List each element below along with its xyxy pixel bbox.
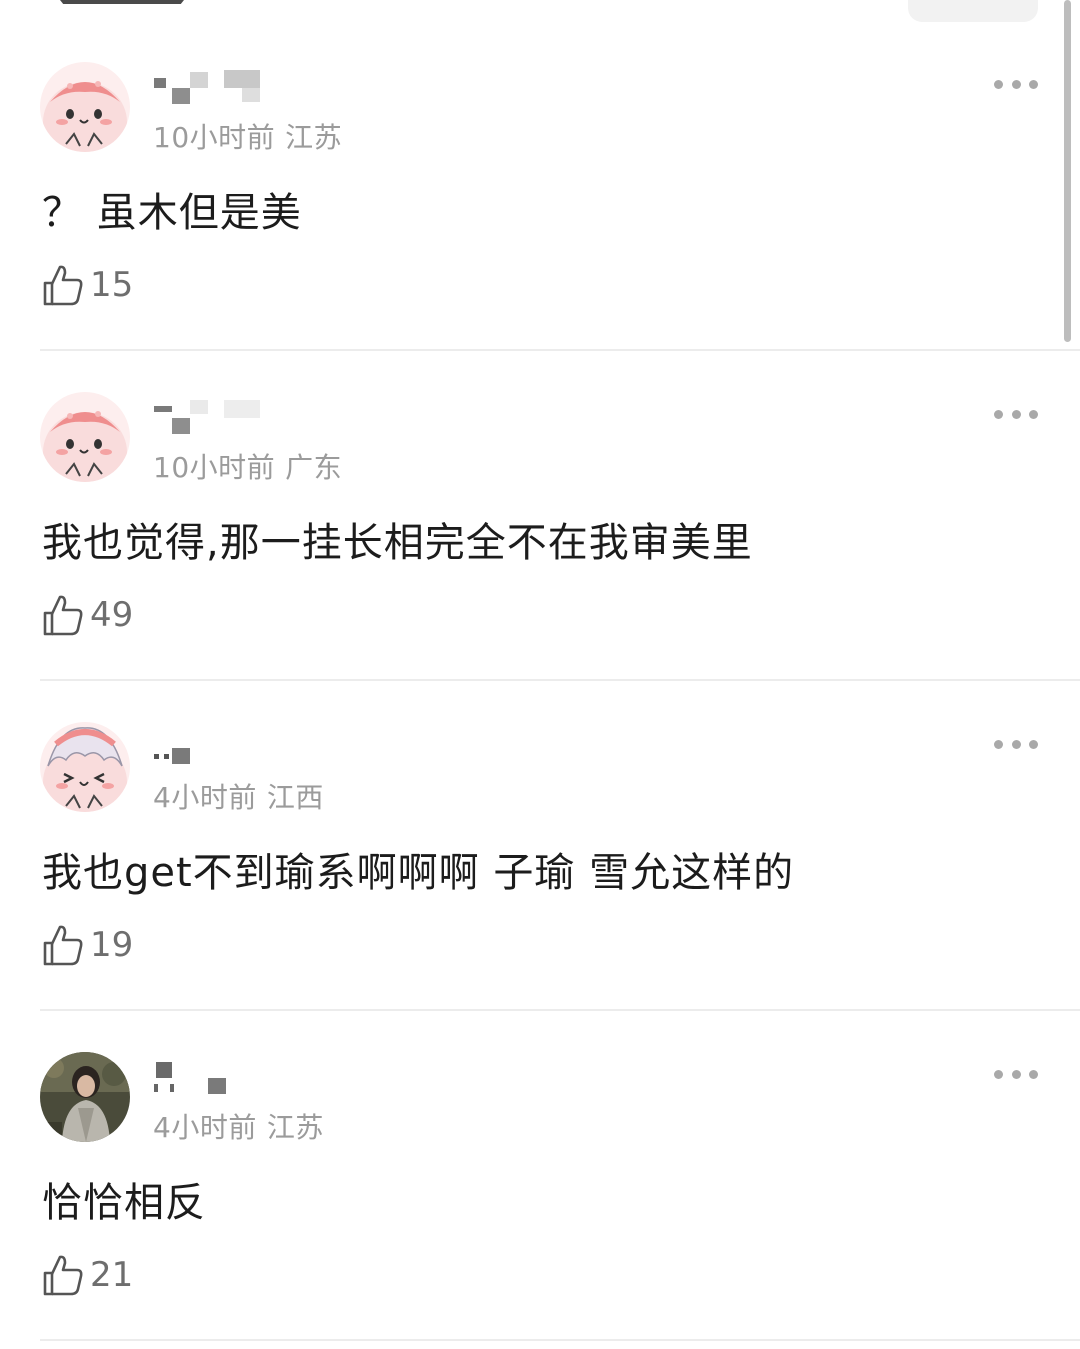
comment-meta: 10小时前 江苏 bbox=[153, 116, 342, 156]
user-photo-avatar-icon bbox=[40, 1052, 130, 1142]
comment-time: 4小时前 bbox=[153, 1111, 257, 1144]
comment-location: 江苏 bbox=[285, 121, 343, 154]
comment-text: 我也觉得,那一挂长相完全不在我审美里 bbox=[42, 520, 753, 566]
comment-time: 10小时前 bbox=[153, 121, 276, 154]
comment-meta: 10小时前 广东 bbox=[153, 446, 342, 486]
comment-text: ？ 虽木但是美 bbox=[42, 190, 302, 236]
like-count: 15 bbox=[90, 265, 134, 305]
comment-text: 我也get不到瑜系啊啊啊 子瑜 雪允这样的 bbox=[42, 850, 795, 896]
like-button[interactable]: 21 bbox=[42, 1252, 133, 1298]
like-button[interactable]: 49 bbox=[42, 592, 133, 638]
more-dots-icon[interactable] bbox=[994, 72, 1038, 96]
thumbs-up-icon bbox=[43, 595, 83, 636]
username-blurred[interactable] bbox=[154, 1060, 264, 1094]
like-count: 49 bbox=[90, 595, 134, 635]
thumbs-up-icon bbox=[43, 925, 83, 966]
comment-meta: 4小时前 江苏 bbox=[153, 1106, 324, 1146]
username-blurred[interactable] bbox=[154, 70, 264, 104]
avatar[interactable] bbox=[40, 722, 130, 812]
comment-item: 10小时前 江苏 ？ 虽木但是美 15 bbox=[0, 0, 1080, 351]
cute-pink-creature-with-hair-avatar-icon bbox=[40, 722, 130, 812]
avatar[interactable] bbox=[40, 62, 130, 152]
cute-pink-creature-avatar-icon bbox=[40, 392, 130, 482]
cute-pink-creature-avatar-icon bbox=[40, 62, 130, 152]
username-blurred[interactable] bbox=[154, 730, 264, 764]
comment-time: 4小时前 bbox=[153, 781, 257, 814]
comment-text: 恰恰相反 bbox=[42, 1180, 206, 1226]
avatar[interactable] bbox=[40, 392, 130, 482]
comment-item: 4小时前 江苏 恰恰相反 21 bbox=[0, 990, 1080, 1341]
comment-location: 广东 bbox=[285, 451, 343, 484]
comment-item: 10小时前 广东 我也觉得,那一挂长相完全不在我审美里 49 bbox=[0, 330, 1080, 681]
comment-meta: 4小时前 江西 bbox=[153, 776, 324, 816]
like-button[interactable]: 15 bbox=[42, 262, 133, 308]
more-dots-icon[interactable] bbox=[994, 1062, 1038, 1086]
more-dots-icon[interactable] bbox=[994, 732, 1038, 756]
comment-time: 10小时前 bbox=[153, 451, 276, 484]
comment-location: 江苏 bbox=[266, 1111, 324, 1144]
like-count: 21 bbox=[90, 1255, 134, 1295]
more-dots-icon[interactable] bbox=[994, 402, 1038, 426]
avatar[interactable] bbox=[40, 1052, 130, 1142]
divider bbox=[40, 1339, 1080, 1341]
like-count: 19 bbox=[90, 925, 134, 965]
comment-item: 4小时前 江西 我也get不到瑜系啊啊啊 子瑜 雪允这样的 19 bbox=[0, 660, 1080, 1011]
comment-location: 江西 bbox=[266, 781, 324, 814]
username-blurred[interactable] bbox=[154, 400, 264, 434]
thumbs-up-icon bbox=[43, 1255, 83, 1296]
thumbs-up-icon bbox=[43, 265, 83, 306]
like-button[interactable]: 19 bbox=[42, 922, 133, 968]
